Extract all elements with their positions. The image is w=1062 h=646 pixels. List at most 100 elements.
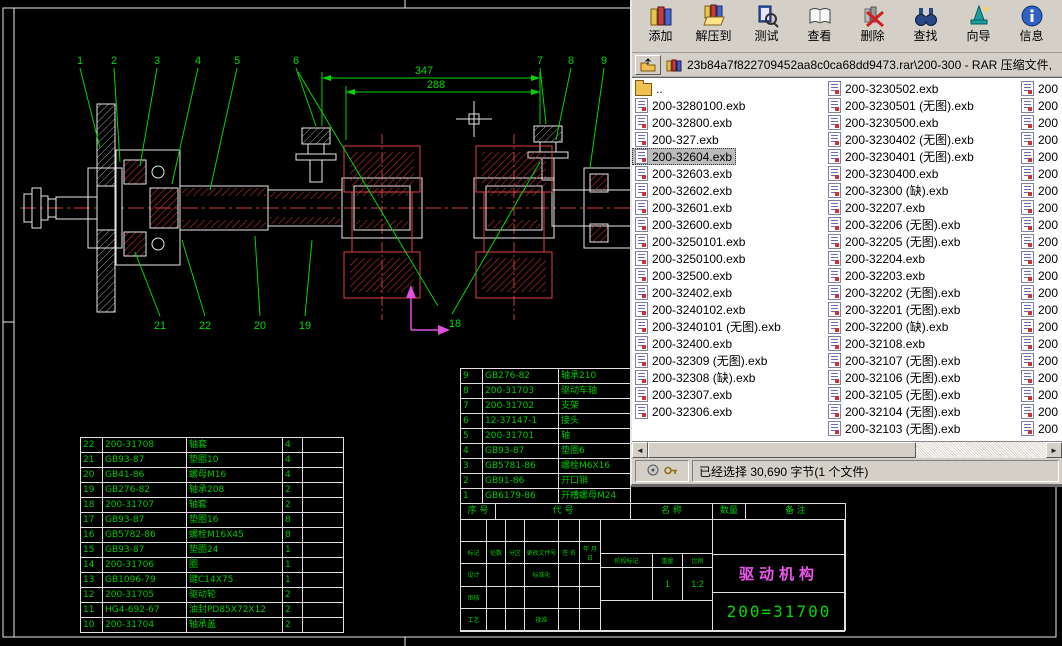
up-dir-button[interactable] [635,55,661,75]
part-name: 驱动机构 [713,555,846,593]
file-item[interactable]: 200-3230500.exb [825,114,1018,131]
file-item[interactable]: 200-32603.exb [632,165,825,182]
toolbar-delete-button[interactable]: 删除 [846,2,899,43]
file-item[interactable]: 200 [1018,420,1062,437]
cad-table-cell: 14 [81,558,103,573]
file-item[interactable]: 200-32306.exb [632,403,825,420]
file-item[interactable]: 200-32309 (无图).exb [632,352,825,369]
file-item[interactable]: 200-32600.exb [632,216,825,233]
file-item[interactable]: 200-32500.exb [632,267,825,284]
file-item[interactable]: 200 [1018,131,1062,148]
exb-file-icon [635,200,648,215]
file-item[interactable]: 200-3250100.exb [632,250,825,267]
file-item[interactable]: 200-32205 (无图).exb [825,233,1018,250]
file-item[interactable]: 200-32106 (无图).exb [825,369,1018,386]
file-item[interactable]: 200-32602.exb [632,182,825,199]
file-item[interactable]: 200-3250101.exb [632,233,825,250]
file-item[interactable]: 200 [1018,352,1062,369]
scroll-left-button[interactable]: ◄ [632,442,648,458]
file-item[interactable]: 200-32105 (无图).exb [825,386,1018,403]
cad-table-cell [487,587,506,609]
file-item[interactable]: 200-3230402 (无图).exb [825,131,1018,148]
file-name: 200-32202 (无图).exb [845,284,960,301]
file-item[interactable]: 200 [1018,267,1062,284]
sheet-count-cell [601,601,713,631]
toolbar-extract-button[interactable]: 解压到 [687,2,740,43]
toolbar-add-button[interactable]: 添加 [634,2,687,43]
scroll-right-button[interactable]: ► [1046,442,1062,458]
file-item[interactable]: 200-32402.exb [632,284,825,301]
file-item[interactable]: 200-327.exb [632,131,825,148]
cad-table-cell [487,520,506,542]
file-name: 200-3240102.exb [652,303,745,317]
file-item[interactable]: 200-3240102.exb [632,301,825,318]
file-item[interactable]: 200-32200 (缺).exb [825,318,1018,335]
file-item[interactable]: 200-3230502.exb [825,80,1018,97]
file-item[interactable]: 200-3240101 (无图).exb [632,318,825,335]
cad-table-cell: 序 号 [461,504,496,520]
toolbar-wizard-button[interactable]: 向导 [952,2,1005,43]
file-item[interactable]: 200 [1018,233,1062,250]
file-item[interactable]: 200-32202 (无图).exb [825,284,1018,301]
file-name: 200 [1038,218,1058,232]
file-item-parent-dir[interactable]: .. [632,80,825,97]
file-item[interactable]: 200 [1018,80,1062,97]
file-item[interactable]: 200 [1018,199,1062,216]
exb-file-icon [828,217,841,232]
cad-table-cell: 审核 [461,587,487,609]
file-item[interactable]: 200 [1018,148,1062,165]
file-name: 200 [1038,252,1058,266]
cad-table-cell: 标记 [461,542,487,564]
file-item[interactable]: 200-32307.exb [632,386,825,403]
cad-table-cell [303,498,344,513]
file-item[interactable]: 200-32601.exb [632,199,825,216]
file-item[interactable]: 200 [1018,386,1062,403]
status-key-icon [664,464,678,478]
file-item[interactable]: 200-32107 (无图).exb [825,352,1018,369]
file-item[interactable]: 200-32300 (缺).exb [825,182,1018,199]
file-item[interactable]: 200 [1018,165,1062,182]
cad-table-cell: GB5781-86 [483,459,559,474]
scrollbar-thumb[interactable] [648,442,916,458]
cad-table-cell [506,520,525,542]
file-item[interactable]: 200 [1018,97,1062,114]
file-item[interactable]: 200 [1018,182,1062,199]
file-item[interactable]: 200-32207.exb [825,199,1018,216]
toolbar-info-button[interactable]: 信息 [1005,2,1058,43]
file-item[interactable]: 200-3230400.exb [825,165,1018,182]
file-item[interactable]: 200 [1018,369,1062,386]
toolbar-test-button[interactable]: 测试 [740,2,793,43]
file-item[interactable]: 200-32103 (无图).exb [825,420,1018,437]
cad-table-cell: 17 [81,513,103,528]
file-item[interactable]: 200 [1018,216,1062,233]
toolbar-view-button[interactable]: 查看 [793,2,846,43]
file-item[interactable]: 200-32201 (无图).exb [825,301,1018,318]
file-item[interactable]: 200 [1018,301,1062,318]
cad-table-cell [559,520,580,542]
file-item[interactable]: 200 [1018,403,1062,420]
file-item[interactable]: 200-32204.exb [825,250,1018,267]
file-item[interactable]: 200-32604.exb [632,148,736,165]
cad-table-cell [461,520,487,542]
file-item[interactable]: 200-32104 (无图).exb [825,403,1018,420]
file-name: 200-32300 (缺).exb [845,182,948,199]
file-item[interactable]: 200-3230501 (无图).exb [825,97,1018,114]
horizontal-scrollbar[interactable]: ◄ ► [632,441,1062,458]
file-item[interactable]: 200 [1018,335,1062,352]
file-item[interactable]: 200 [1018,318,1062,335]
file-item[interactable]: 200-3230401 (无图).exb [825,148,1018,165]
file-item[interactable]: 200-32206 (无图).exb [825,216,1018,233]
file-item[interactable]: 200 [1018,114,1062,131]
scrollbar-track[interactable] [648,442,1046,458]
file-item[interactable]: 200-32108.exb [825,335,1018,352]
file-name: 200-3230502.exb [845,82,938,96]
toolbar-find-button[interactable]: 查找 [899,2,952,43]
file-item[interactable]: 200-3280100.exb [632,97,825,114]
file-name: 200-3240101 (无图).exb [652,318,781,335]
file-item[interactable]: 200 [1018,284,1062,301]
file-item[interactable]: 200-32800.exb [632,114,825,131]
file-item[interactable]: 200-32308 (缺).exb [632,369,825,386]
file-item[interactable]: 200-32400.exb [632,335,825,352]
file-item[interactable]: 200 [1018,250,1062,267]
file-item[interactable]: 200-32203.exb [825,267,1018,284]
